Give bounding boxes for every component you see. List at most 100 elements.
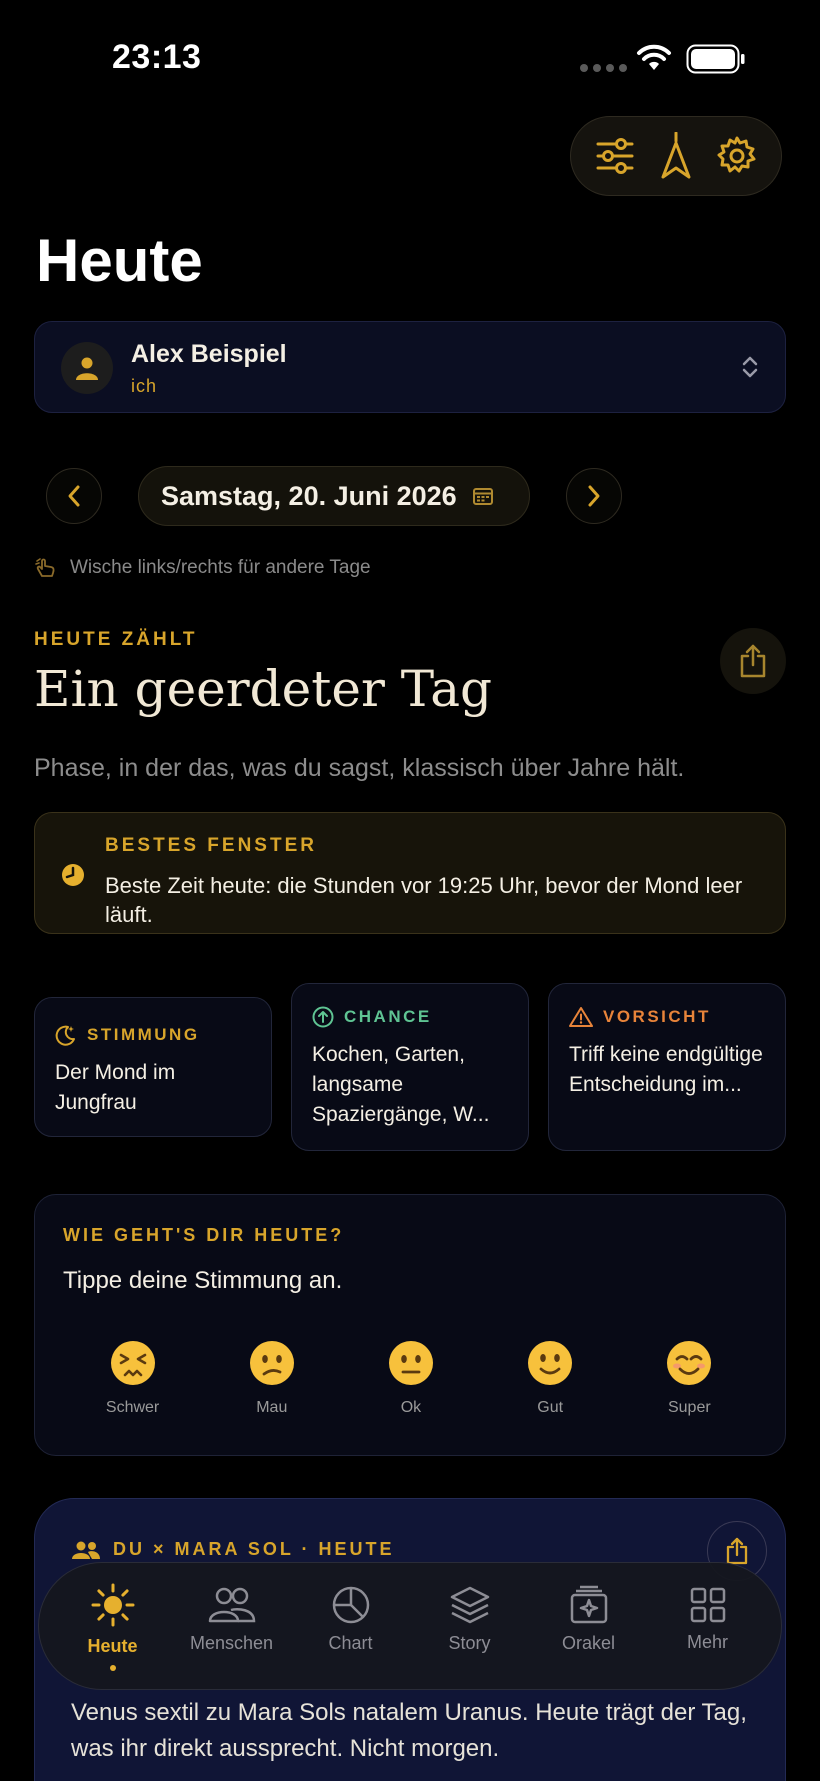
moon-stars-icon — [55, 1025, 75, 1046]
tab-label: Story — [448, 1632, 491, 1653]
mood-option-super[interactable]: Super — [634, 1339, 744, 1417]
people-icon — [208, 1587, 255, 1622]
mood-option-ok[interactable]: Ok — [356, 1339, 466, 1417]
caution-card[interactable]: VORSICHT Triff keine endgültige Entschei… — [548, 983, 786, 1151]
sliders-icon — [596, 138, 634, 174]
chevron-up-down-icon — [742, 356, 758, 378]
compass-arrow-icon — [661, 132, 691, 179]
tab-label: Mehr — [686, 1631, 728, 1652]
arrow-up-circle-icon — [312, 1006, 334, 1028]
synastry-header: DU × MARA SOL · HEUTE — [71, 1539, 395, 1560]
chevron-left-icon — [68, 485, 80, 507]
mood-checkin-card: WIE GEHT'S DIR HEUTE? Tippe deine Stimmu… — [34, 1194, 786, 1456]
next-day-button[interactable] — [566, 468, 622, 524]
tab-heute[interactable]: Heute — [58, 1582, 168, 1671]
tab-mehr[interactable]: Mehr — [653, 1586, 763, 1667]
tab-story[interactable]: Story — [415, 1585, 525, 1668]
chance-card-title: CHANCE — [344, 1007, 432, 1026]
chevron-right-icon — [588, 485, 600, 507]
active-tab-indicator — [109, 1664, 116, 1671]
page-title: Heute — [36, 227, 203, 294]
sun-icon — [91, 1583, 134, 1626]
mood-card[interactable]: STIMMUNG Der Mond im Jungfrau — [34, 997, 272, 1137]
tab-indicator-placeholder — [229, 1662, 235, 1668]
mood-card-title: STIMMUNG — [87, 1025, 200, 1044]
swipe-hint-text: Wische links/rechts für andere Tage — [70, 557, 371, 578]
share-icon — [726, 1537, 748, 1565]
best-window-card: BESTES FENSTER Beste Zeit heute: die Stu… — [34, 812, 786, 934]
previous-day-button[interactable] — [46, 468, 102, 524]
calendar-icon — [472, 488, 493, 505]
settings-button[interactable] — [711, 130, 763, 182]
caution-card-text: Triff keine endgültige Entscheidung im..… — [569, 1043, 763, 1096]
profile-relation: ich — [131, 376, 158, 396]
chart-icon — [332, 1586, 369, 1623]
day-subtitle: Phase, in der das, was du sagst, klassis… — [34, 754, 685, 782]
day-headline: Ein geerdeter Tag — [34, 660, 493, 718]
warning-triangle-icon — [569, 1007, 593, 1027]
mood-option-mau[interactable]: Mau — [217, 1339, 327, 1417]
tab-label: Chart — [328, 1632, 373, 1653]
share-icon — [740, 644, 766, 678]
top-toolbar — [570, 116, 782, 196]
synastry-title: DU × MARA SOL · HEUTE — [113, 1539, 395, 1559]
chance-card-header: CHANCE — [312, 1006, 508, 1028]
mood-card-header: STIMMUNG — [55, 1024, 251, 1046]
slight-smile-face-icon — [528, 1341, 573, 1385]
mood-label: Schwer — [105, 1399, 160, 1416]
date-picker-button[interactable]: Samstag, 20. Juni 2026 — [138, 466, 530, 526]
tab-indicator-placeholder — [467, 1662, 473, 1668]
person-icon — [76, 357, 98, 380]
tab-indicator-placeholder — [348, 1662, 354, 1668]
current-date: Samstag, 20. Juni 2026 — [161, 480, 457, 511]
profile-name: Alex Beispiel — [131, 340, 287, 368]
mood-options: Schwer Mau Ok Gut Super — [35, 1339, 787, 1417]
gear-icon — [717, 136, 756, 173]
tab-label: Orakel — [561, 1632, 615, 1653]
neutral-face-icon — [388, 1341, 433, 1385]
confused-face-icon — [249, 1341, 294, 1385]
compass-button[interactable] — [650, 130, 702, 182]
wifi-icon — [637, 44, 671, 70]
oracle-cards-icon — [570, 1585, 607, 1623]
people-icon — [72, 1541, 100, 1559]
status-time: 23:13 — [112, 38, 202, 76]
mood-label: Super — [667, 1399, 711, 1416]
best-window-title: BESTES FENSTER — [105, 835, 317, 856]
tab-label: Menschen — [189, 1632, 274, 1653]
tab-bar: Heute Menschen Chart Story Orakel Mehr — [38, 1562, 782, 1690]
best-window-text: Beste Zeit heute: die Stunden vor 19:25 … — [105, 873, 743, 927]
tab-label: Heute — [87, 1635, 138, 1656]
mood-card-text: Der Mond im Jungfrau — [55, 1061, 176, 1114]
layers-icon — [450, 1586, 489, 1623]
section-eyebrow: HEUTE ZÄHLT — [34, 629, 198, 650]
happy-face-icon — [667, 1341, 712, 1385]
mood-option-gut[interactable]: Gut — [495, 1339, 605, 1417]
avatar — [61, 342, 113, 394]
persevering-face-icon — [110, 1341, 155, 1385]
mood-label: Mau — [256, 1399, 288, 1416]
profile-selector[interactable]: Alex Beispiel ich — [34, 321, 786, 413]
share-button[interactable] — [720, 628, 786, 694]
mood-label: Gut — [537, 1399, 564, 1416]
tab-orakel[interactable]: Orakel — [534, 1585, 644, 1668]
mood-option-schwer[interactable]: Schwer — [78, 1339, 188, 1417]
battery-icon — [686, 44, 745, 74]
mood-checkin-title: WIE GEHT'S DIR HEUTE? — [63, 1225, 345, 1245]
chance-card[interactable]: CHANCE Kochen, Garten, langsame Spazierg… — [291, 983, 529, 1151]
mood-checkin-prompt: Tippe deine Stimmung an. — [63, 1267, 343, 1294]
synastry-text: Venus sextil zu Mara Sols natalem Uranus… — [71, 1699, 747, 1762]
chance-card-text: Kochen, Garten, langsame Spaziergänge, W… — [312, 1043, 490, 1126]
cellular-signal-icon — [580, 64, 627, 72]
swipe-hint: Wische links/rechts für andere Tage — [34, 556, 371, 580]
caution-card-title: VORSICHT — [603, 1007, 711, 1026]
tab-chart[interactable]: Chart — [296, 1585, 406, 1668]
clock-icon — [62, 864, 84, 886]
tab-indicator-placeholder — [586, 1662, 592, 1668]
grid-icon — [690, 1587, 725, 1622]
caution-card-header: VORSICHT — [569, 1006, 765, 1028]
swipe-hand-icon — [35, 558, 55, 577]
tab-indicator-placeholder — [705, 1661, 711, 1667]
filter-button[interactable] — [589, 130, 641, 182]
tab-menschen[interactable]: Menschen — [177, 1585, 287, 1668]
